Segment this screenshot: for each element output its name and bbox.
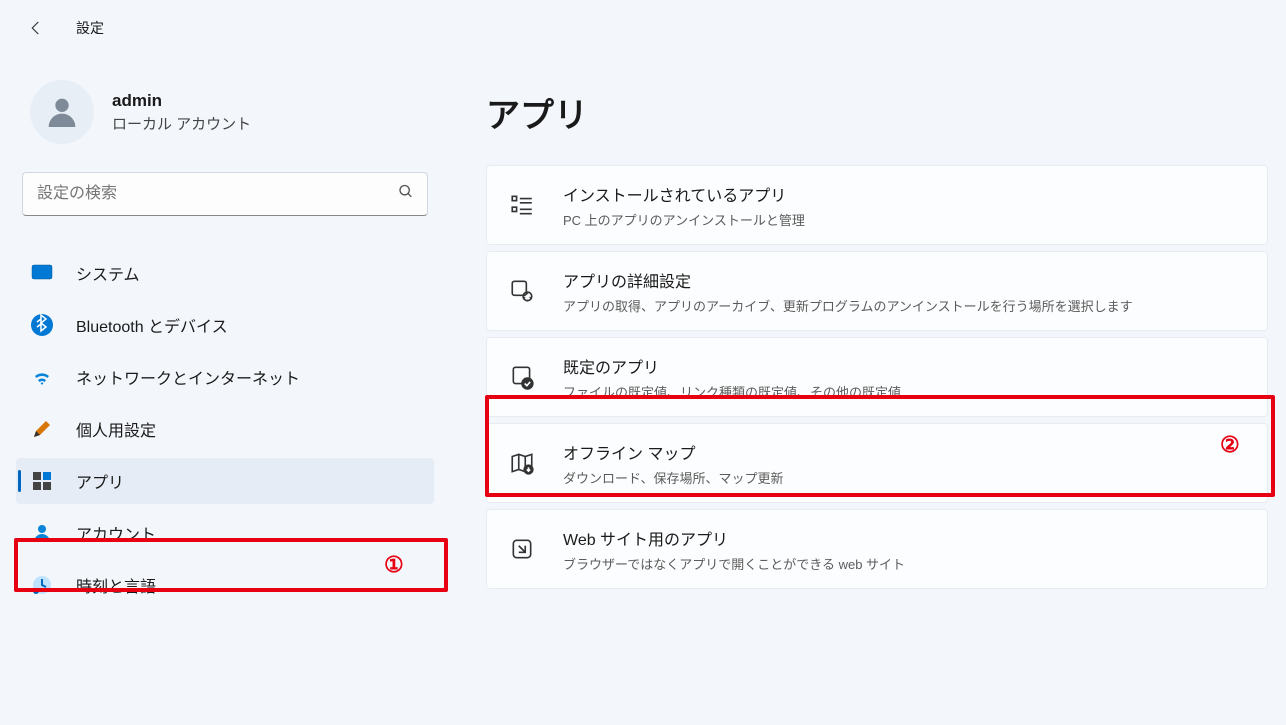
personalization-icon (30, 417, 54, 441)
card-installed-apps[interactable]: インストールされているアプリ PC 上のアプリのアンインストールと管理 (486, 165, 1268, 245)
sidebar-item-accounts[interactable]: アカウント (16, 510, 434, 556)
card-desc: PC 上のアプリのアンインストールと管理 (563, 210, 1247, 229)
card-title: Web サイト用のアプリ (563, 526, 1247, 550)
sidebar-item-label: ネットワークとインターネット (76, 365, 300, 389)
sidebar-item-label: アプリ (76, 469, 124, 493)
card-web-apps[interactable]: Web サイト用のアプリ ブラウザーではなくアプリで開くことができる web サ… (486, 509, 1268, 589)
annotation-number-1: ① (384, 552, 404, 578)
sidebar-item-bluetooth[interactable]: Bluetooth とデバイス (16, 302, 434, 348)
card-title: アプリの詳細設定 (563, 268, 1247, 292)
search-input[interactable] (22, 172, 428, 216)
sidebar-item-time[interactable]: 時刻と言語 (16, 562, 434, 608)
offline-maps-icon (507, 448, 537, 478)
time-icon (30, 573, 54, 597)
card-desc: ファイルの既定値、リンク種類の既定値、その他の既定値 (563, 382, 1247, 401)
bluetooth-icon (30, 313, 54, 337)
sidebar-item-personalization[interactable]: 個人用設定 (16, 406, 434, 452)
web-apps-icon (507, 534, 537, 564)
account-name: admin (112, 91, 251, 111)
default-apps-icon (507, 362, 537, 392)
account-section[interactable]: admin ローカル アカウント (16, 80, 434, 172)
card-desc: ブラウザーではなくアプリで開くことができる web サイト (563, 554, 1247, 573)
card-offline-maps[interactable]: オフライン マップ ダウンロード、保存場所、マップ更新 (486, 423, 1268, 503)
back-button[interactable] (16, 8, 56, 48)
account-type: ローカル アカウント (112, 113, 251, 134)
installed-apps-icon (507, 190, 537, 220)
accounts-icon (30, 521, 54, 545)
sidebar-item-apps[interactable]: アプリ (16, 458, 434, 504)
sidebar-item-label: 個人用設定 (76, 417, 156, 441)
card-desc: アプリの取得、アプリのアーカイブ、更新プログラムのアンインストールを行う場所を選… (563, 296, 1247, 315)
card-advanced-settings[interactable]: アプリの詳細設定 アプリの取得、アプリのアーカイブ、更新プログラムのアンインスト… (486, 251, 1268, 331)
sidebar-item-system[interactable]: システム (16, 250, 434, 296)
card-title: インストールされているアプリ (563, 182, 1247, 206)
card-title: 既定のアプリ (563, 354, 1247, 378)
apps-icon (30, 469, 54, 493)
network-icon (30, 365, 54, 389)
card-desc: ダウンロード、保存場所、マップ更新 (563, 468, 1247, 487)
system-icon (30, 261, 54, 285)
card-default-apps[interactable]: 既定のアプリ ファイルの既定値、リンク種類の既定値、その他の既定値 (486, 337, 1268, 417)
sidebar-item-label: Bluetooth とデバイス (76, 313, 228, 337)
avatar (30, 80, 94, 144)
page-title: アプリ (486, 88, 1268, 137)
sidebar-item-network[interactable]: ネットワークとインターネット (16, 354, 434, 400)
search-icon (398, 184, 414, 205)
sidebar-item-label: 時刻と言語 (76, 573, 156, 597)
sidebar-item-label: アカウント (76, 521, 156, 545)
annotation-number-2: ② (1220, 432, 1240, 458)
sidebar-item-label: システム (76, 261, 140, 285)
advanced-settings-icon (507, 276, 537, 306)
window-title: 設定 (76, 18, 104, 38)
card-title: オフライン マップ (563, 440, 1247, 464)
